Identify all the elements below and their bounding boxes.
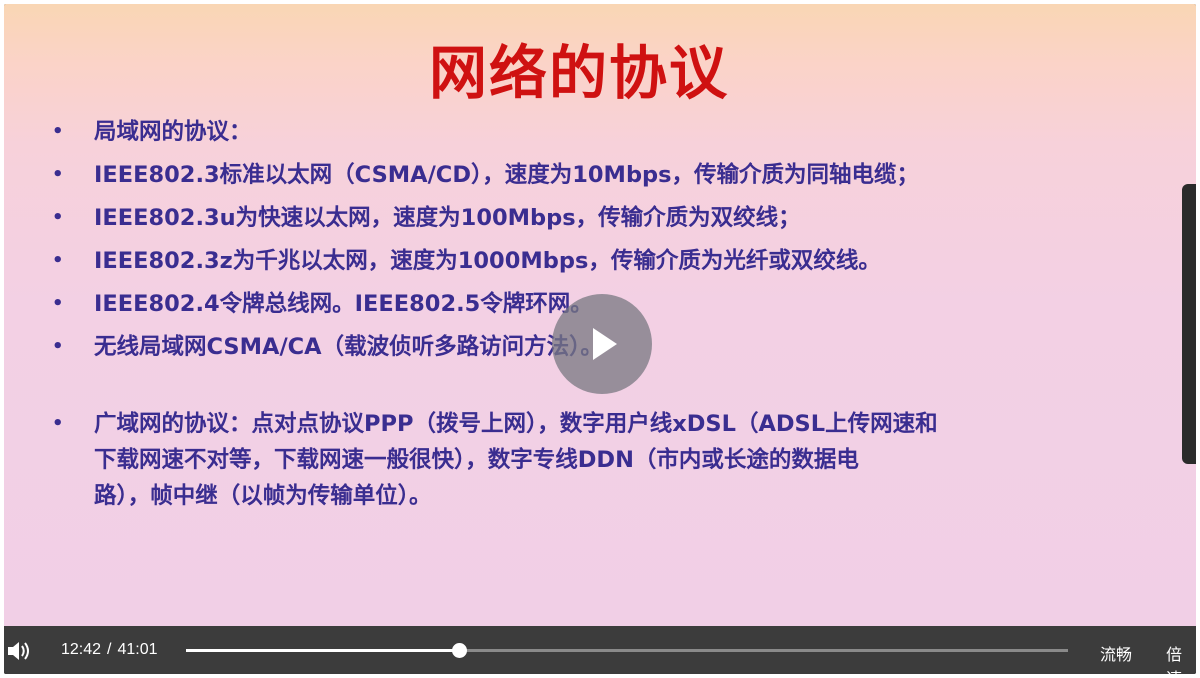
control-bar: 12:42 / 41:01 流畅 倍速 [4, 626, 1196, 674]
bullet-line: 路），帧中继（以帧为传输单位）。 [94, 483, 432, 509]
playback-speed-button[interactable]: 倍速 [1166, 641, 1196, 674]
quality-button[interactable]: 流畅 [1100, 641, 1132, 665]
progress-handle[interactable] [452, 643, 468, 658]
bullet-dot: • [52, 413, 64, 434]
bullet-dot: • [52, 207, 64, 228]
side-panel-tab[interactable] [1182, 184, 1196, 464]
duration: 41:01 [117, 641, 158, 658]
bullet-dot: • [52, 250, 64, 271]
time-separator: / [107, 641, 112, 658]
bullet-text: IEEE802.3z为千兆以太网，速度为1000Mbps，传输介质为光纤或双绞线… [94, 248, 881, 274]
progress-bar[interactable] [186, 643, 1068, 658]
bullet-line: 下载网速不对等，下载网速一般很快），数字专线DDN（市内或长途的数据电 [94, 447, 859, 473]
bullet-text: IEEE802.3u为快速以太网，速度为100Mbps，传输介质为双绞线； [94, 205, 801, 231]
video-player[interactable]: 网络的协议 • 局域网的协议： • IEEE802.3标准以太网（CSMA/CD），… [4, 4, 1196, 674]
play-button[interactable] [552, 294, 652, 394]
bullet-item-wan: • 广域网的协议：点对点协议PPP（拨号上网），数字用户线xDSL（ADSL上传… [44, 406, 1164, 514]
bullet-line: 广域网的协议：点对点协议PPP（拨号上网），数字用户线xDSL（ADSL上传网速… [94, 411, 938, 437]
bullet-text: IEEE802.3标准以太网（CSMA/CD），速度为10Mbps，传输介质为同… [94, 162, 920, 188]
bullet-item: • 局域网的协议： [44, 114, 1164, 150]
bullet-dot: • [52, 293, 64, 314]
bullet-item: • IEEE802.3u为快速以太网，速度为100Mbps，传输介质为双绞线； [44, 200, 1164, 236]
slide: 网络的协议 • 局域网的协议： • IEEE802.3标准以太网（CSMA/CD），… [4, 4, 1196, 626]
bullet-item: • IEEE802.3标准以太网（CSMA/CD），速度为10Mbps，传输介质为… [44, 157, 1164, 193]
time-display: 12:42 / 41:01 [58, 641, 161, 659]
bullet-dot: • [52, 336, 64, 357]
progress-fill [186, 649, 460, 652]
bullet-text: 局域网的协议： [94, 119, 252, 145]
bullet-dot: • [52, 164, 64, 185]
bullet-dot: • [52, 121, 64, 142]
slide-title: 网络的协议 [428, 39, 729, 107]
current-time: 12:42 [61, 641, 102, 658]
bullet-item: • IEEE802.3z为千兆以太网，速度为1000Mbps，传输介质为光纤或双绞… [44, 243, 1164, 279]
play-icon [593, 328, 617, 360]
bullet-text: IEEE802.4令牌总线网。IEEE802.5令牌环网。 [94, 291, 593, 317]
speaker-icon[interactable] [6, 640, 32, 662]
bullet-text: 无线局域网CSMA/CA（载波侦听多路访问方法）。 [94, 334, 603, 360]
